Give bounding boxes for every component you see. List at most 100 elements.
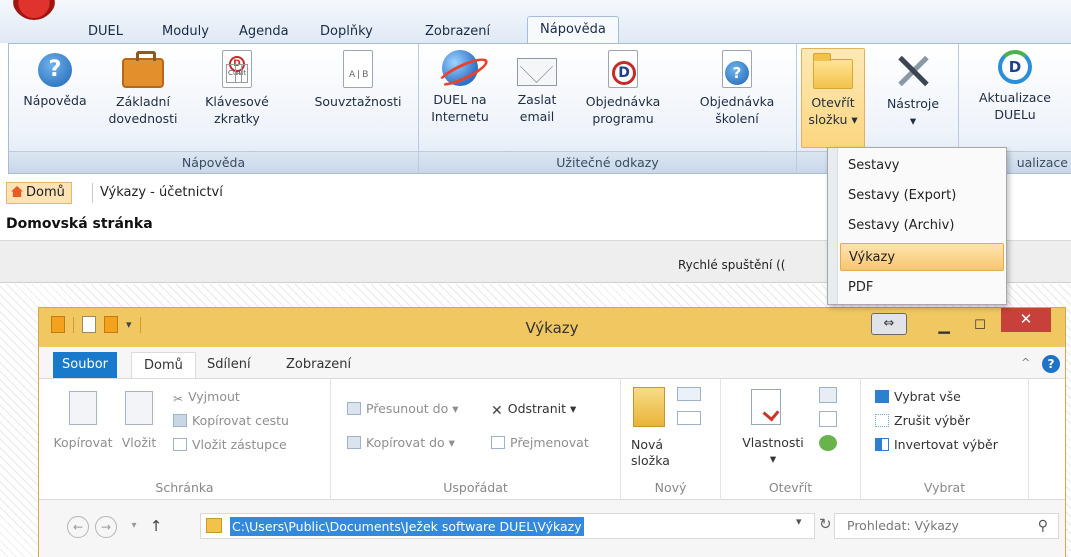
breadcrumb-divider xyxy=(92,183,93,203)
close-button[interactable]: ✕ xyxy=(1001,308,1051,332)
new-folder-icon[interactable] xyxy=(633,387,665,427)
minimize-button[interactable]: ▁ xyxy=(929,316,959,338)
duel-internet-label: DUEL na Internetu xyxy=(431,92,489,124)
app-tab-bar: DUEL Moduly Agenda Doplňky Zobrazení Náp… xyxy=(0,0,1071,44)
select-all-label: Vybrat vše xyxy=(894,389,961,404)
help-icon[interactable]: ? xyxy=(1042,355,1060,373)
copy-icon xyxy=(69,391,97,425)
new-item-icon[interactable] xyxy=(677,387,701,401)
tab-doplnky[interactable]: Doplňky xyxy=(320,21,373,43)
tab-share[interactable]: Sdílení xyxy=(207,354,251,378)
training-order-icon: ? xyxy=(722,50,752,88)
paste-button[interactable]: Vložit xyxy=(117,391,161,451)
snap-resize-icon[interactable]: ⇔ xyxy=(871,313,907,335)
breadcrumb-home[interactable]: Domů xyxy=(6,182,72,204)
copy-button[interactable]: Kopírovat xyxy=(53,391,113,451)
explorer-titlebar[interactable]: ▾ Výkazy ⇔ ▁ ☐ ✕ xyxy=(39,308,1065,347)
menu-item-sestavy-archiv[interactable]: Sestavy (Archiv) xyxy=(840,212,1004,240)
select-all-button[interactable]: Vybrat vše xyxy=(875,389,961,405)
address-path[interactable]: C:\Users\Public\Documents\Ježek software… xyxy=(230,517,584,536)
invert-selection-button[interactable]: Invertovat výběr xyxy=(875,437,998,453)
search-field[interactable]: Prohledat: Výkazy ⚲ xyxy=(834,513,1059,539)
address-dropdown-icon[interactable]: ▾ xyxy=(796,515,802,528)
properties-button[interactable]: Vlastnosti ▾ xyxy=(737,435,809,467)
clipboard-icon xyxy=(125,391,153,425)
keyboard-shortcuts-button[interactable]: D Ctrl Alt Klávesové zkratky xyxy=(197,50,277,127)
tab-napoveda[interactable]: Nápověda xyxy=(527,16,619,44)
order-training-button[interactable]: ? Objednávka školení xyxy=(685,50,789,127)
copy-to-button[interactable]: Kopírovat do ▾ xyxy=(347,435,455,451)
collapse-ribbon-icon[interactable]: ^ xyxy=(1021,356,1030,369)
ribbon-group-links-label: Užitečné odkazy xyxy=(419,151,796,173)
edit-icon[interactable] xyxy=(819,411,837,427)
correspondences-button[interactable]: A|B Souvztažnosti xyxy=(305,50,411,110)
tab-agenda[interactable]: Agenda xyxy=(239,21,289,43)
cut-button[interactable]: ✂ Vyjmout xyxy=(173,389,240,406)
paste-shortcut-button[interactable]: Vložit zástupce xyxy=(173,437,287,453)
new-folder-button[interactable]: Nová složka xyxy=(631,437,670,469)
tab-view[interactable]: Zobrazení xyxy=(286,354,351,378)
menu-gutter xyxy=(828,148,838,304)
group-organize: Přesunout do ▾ Kopírovat do ▾ ✕ Odstranit… xyxy=(331,379,621,500)
search-icon[interactable]: ⚲ xyxy=(1038,514,1048,538)
ribbon-group-help-label: Nápověda xyxy=(9,151,418,173)
update-icon: D xyxy=(998,50,1032,84)
menu-item-pdf[interactable]: PDF xyxy=(840,274,1004,302)
address-field[interactable]: C:\Users\Public\Documents\Ježek software… xyxy=(200,513,815,539)
explorer-window: ▾ Výkazy ⇔ ▁ ☐ ✕ Soubor Domů Sdílení Zob… xyxy=(38,307,1066,557)
recent-locations-icon[interactable]: ▾ xyxy=(123,516,145,538)
forward-button[interactable]: → xyxy=(95,516,117,538)
group-clipboard: Kopírovat Vložit ✂ Vyjmout Kopírovat cest… xyxy=(39,379,331,500)
menu-item-sestavy[interactable]: Sestavy xyxy=(840,152,1004,180)
app-logo[interactable] xyxy=(12,0,56,20)
maximize-button[interactable]: ☐ xyxy=(965,316,995,338)
copy-path-label: Kopírovat cestu xyxy=(192,413,289,428)
order-training-label: Objednávka školení xyxy=(699,94,775,126)
tab-zobrazeni[interactable]: Zobrazení xyxy=(425,21,490,43)
open-folder-button[interactable]: Otevřít složku ▾ xyxy=(801,48,865,148)
move-icon xyxy=(347,402,361,415)
breadcrumb-home-label: Domů xyxy=(26,185,65,200)
rename-button[interactable]: Přejmenovat xyxy=(491,435,589,451)
update-duel-button[interactable]: D Aktualizace DUELu xyxy=(965,50,1065,123)
window-title: Výkazy xyxy=(525,319,579,337)
copy-to-icon xyxy=(347,436,361,449)
briefcase-icon xyxy=(122,51,164,88)
correspondences-label: Souvztažnosti xyxy=(314,94,402,109)
group-open: Vlastnosti ▾ Otevřít xyxy=(721,379,861,500)
menu-item-vykazy[interactable]: Výkazy xyxy=(840,243,1004,271)
properties-icon[interactable] xyxy=(751,389,781,425)
easy-access-icon[interactable] xyxy=(677,411,701,425)
paste-label: Vložit xyxy=(121,435,157,450)
help-button[interactable]: ? Nápověda xyxy=(19,50,91,109)
select-none-button[interactable]: Zrušit výběr xyxy=(875,413,970,429)
group-clipboard-label: Schránka xyxy=(155,480,214,495)
globe-icon xyxy=(442,50,478,86)
tab-duel[interactable]: DUEL xyxy=(88,21,123,43)
tab-home[interactable]: Domů xyxy=(131,352,196,379)
basic-skills-button[interactable]: Základní dovednosti xyxy=(103,50,183,127)
open-folder-label: Otevřít složku ▾ xyxy=(808,95,858,127)
tab-moduly[interactable]: Moduly xyxy=(162,21,209,43)
copy-path-button[interactable]: Kopírovat cestu xyxy=(173,413,289,429)
breadcrumb-current[interactable]: Výkazy - účetnictví xyxy=(100,182,223,204)
back-button[interactable]: ← xyxy=(67,516,89,538)
select-none-label: Zrušit výběr xyxy=(894,413,971,428)
history-icon[interactable] xyxy=(819,435,837,451)
open-folder-menu: Sestavy Sestavy (Export) Sestavy (Archiv… xyxy=(827,147,1007,305)
delete-button[interactable]: ✕ Odstranit ▾ xyxy=(491,401,576,419)
menu-item-sestavy-export[interactable]: Sestavy (Export) xyxy=(840,182,1004,210)
up-button[interactable]: ↑ xyxy=(145,516,167,538)
group-new: Nová složka Nový xyxy=(621,379,721,500)
tools-button[interactable]: Nástroje ▾ xyxy=(877,50,949,129)
move-to-button[interactable]: Přesunout do ▾ xyxy=(347,401,459,417)
open-icon[interactable] xyxy=(819,387,837,403)
basic-skills-label: Základní dovednosti xyxy=(108,94,178,126)
paste-shortcut-label: Vložit zástupce xyxy=(192,437,287,452)
send-email-button[interactable]: Zaslat email xyxy=(509,50,565,125)
refresh-icon[interactable]: ↻ xyxy=(819,515,832,533)
duel-internet-button[interactable]: DUEL na Internetu xyxy=(423,50,497,125)
tab-file[interactable]: Soubor xyxy=(53,352,117,378)
select-none-icon xyxy=(875,414,889,427)
order-program-button[interactable]: D Objednávka programu xyxy=(575,50,671,127)
